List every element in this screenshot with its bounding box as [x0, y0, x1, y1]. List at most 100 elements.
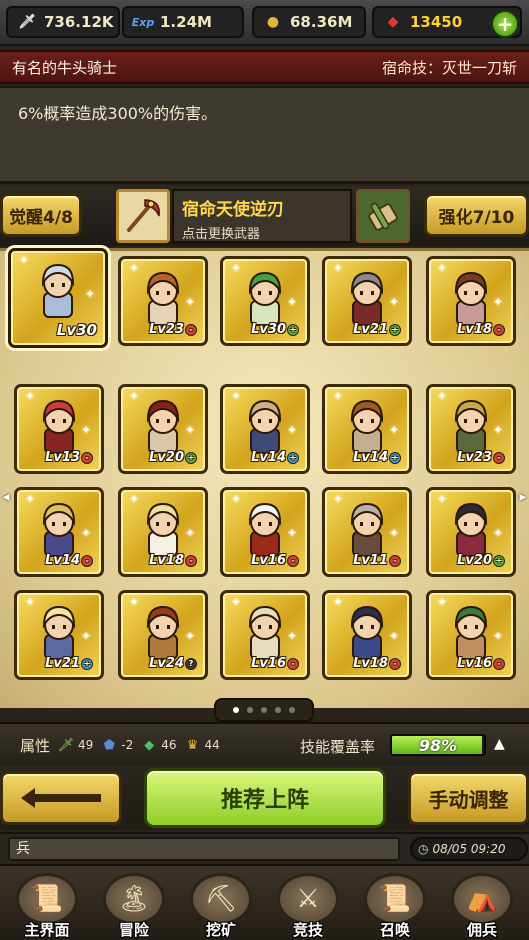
unavailable-status-icon: -	[287, 554, 299, 567]
mercenary-card[interactable]: ✦ ✦ Lv13-	[14, 384, 104, 474]
nav-label: 主界面	[24, 921, 70, 939]
mercenary-card[interactable]: ✦ ✦ Lv18-	[426, 256, 516, 346]
level-text: Lv16	[457, 656, 492, 671]
page-dot[interactable]	[289, 707, 295, 713]
mercenary-card[interactable]: ✦ ✦ Lv14-	[14, 487, 104, 577]
sparkle-icon: ✦	[184, 629, 195, 643]
clock: ◷ 08/05 09:20	[410, 837, 528, 861]
unavailable-status-icon: -	[493, 451, 505, 464]
expand-up-icon[interactable]: ▲	[494, 736, 505, 752]
mercenary-portrait	[350, 605, 384, 660]
mercenary-portrait	[146, 399, 180, 454]
back-arrow-icon	[21, 788, 101, 808]
mercenary-portrait	[42, 605, 76, 660]
mercenary-card[interactable]: ✦ ✦ Lv18-	[118, 487, 208, 577]
level-text: Lv14	[45, 553, 80, 568]
scroll-slot[interactable]	[356, 189, 410, 243]
sparkle-icon: ✦	[388, 629, 399, 643]
next-page-arrow-icon[interactable]: ▸	[517, 489, 529, 505]
mercenary-card[interactable]: ✦ ✦ Lv20 +	[426, 487, 516, 577]
dragon-stat: ◆ 46	[141, 737, 176, 753]
sparkle-icon: ✦	[333, 492, 344, 506]
enhance-button[interactable]: 强化7/10	[424, 193, 529, 237]
unavailable-status-icon: -	[389, 554, 401, 567]
sparkle-icon: ✦	[286, 526, 297, 540]
mercenary-card[interactable]: ✦ ✦ Lv16-	[220, 590, 310, 680]
sparkle-icon: ✦	[333, 595, 344, 609]
mercenary-level: Lv21 +	[45, 656, 93, 671]
mercenary-card[interactable]: ✦ ✦ Lv30 +	[220, 256, 310, 346]
info-status-icon: +	[389, 451, 401, 464]
mercenary-level: Lv30 +	[251, 322, 299, 337]
sparkle-icon: ✦	[231, 492, 242, 506]
mercenary-card[interactable]: ✦ ✦ Lv21 +	[322, 256, 412, 346]
level-text: Lv23	[149, 322, 184, 337]
sparkle-icon: ✦	[437, 261, 448, 275]
weapon-slot[interactable]	[116, 189, 170, 243]
mercenary-card[interactable]: ✦ ✦ Lv16-	[220, 487, 310, 577]
page-dot[interactable]	[275, 707, 281, 713]
sparkle-icon: ✦	[129, 492, 140, 506]
nav-map-scroll[interactable]: 📜 主界面	[4, 866, 90, 940]
level-text: Lv18	[457, 322, 492, 337]
nav-summon-scroll[interactable]: 📜 召唤	[352, 866, 438, 940]
unavailable-status-icon: -	[493, 657, 505, 670]
chat-input[interactable]: 兵	[8, 837, 400, 861]
level-text: Lv23	[457, 450, 492, 465]
tent-icon: ⛺	[451, 873, 513, 925]
skill-coverage-bar: 98%	[390, 734, 486, 756]
nav-island[interactable]: 🏝 冒险	[91, 866, 177, 940]
mercenary-portrait	[350, 271, 384, 326]
pickaxe-icon: ⛏	[190, 873, 252, 925]
mercenary-card[interactable]: ✦ ✦ Lv30	[8, 248, 108, 348]
page-dot[interactable]	[261, 707, 267, 713]
mercenary-card[interactable]: ✦ ✦ Lv11-	[322, 487, 412, 577]
level-text: Lv16	[251, 656, 286, 671]
sparkle-icon: ✦	[388, 526, 399, 540]
info-status-icon: +	[287, 451, 299, 464]
level-text: Lv21	[353, 322, 388, 337]
skill-coverage-label: 技能覆盖率	[300, 738, 376, 756]
mercenary-card[interactable]: ✦ ✦ Lv23-	[426, 384, 516, 474]
level-text: Lv21	[45, 656, 80, 671]
page-dot[interactable]	[233, 707, 239, 713]
sparkle-icon: ✦	[184, 526, 195, 540]
mercenary-portrait	[248, 399, 282, 454]
skill-description-text: 6%概率造成300%的伤害。	[18, 104, 218, 123]
back-button[interactable]	[0, 771, 122, 825]
sparkle-icon: ✦	[80, 423, 91, 437]
mercenary-portrait	[350, 399, 384, 454]
mercenary-portrait	[146, 502, 180, 557]
mercenary-card[interactable]: ✦ ✦ Lv23-	[118, 256, 208, 346]
hero-name: 有名的牛头骑士	[12, 58, 118, 77]
nav-tent[interactable]: ⛺ 佣兵	[439, 866, 525, 940]
upgrade-available-icon: +	[185, 451, 197, 464]
awaken-button[interactable]: 觉醒4/8	[0, 193, 82, 237]
mercenary-level: Lv23-	[457, 450, 505, 465]
nav-crossed-swords[interactable]: ⚔ 竞技	[265, 866, 351, 940]
recommend-deploy-button[interactable]: 推荐上阵	[144, 768, 386, 828]
page-dot[interactable]	[247, 707, 253, 713]
mercenary-card[interactable]: ✦ ✦ Lv14 +	[322, 384, 412, 474]
mercenary-level: Lv13-	[45, 450, 93, 465]
shield-stat-icon: ⬟	[103, 737, 115, 753]
mercenary-card[interactable]: ✦ ✦ Lv16-	[426, 590, 516, 680]
sparkle-icon: ✦	[231, 595, 242, 609]
previous-page-arrow-icon[interactable]: ◂	[0, 489, 12, 505]
mercenary-card[interactable]: ✦ ✦ Lv14 +	[220, 384, 310, 474]
manual-adjust-button[interactable]: 手动调整	[408, 771, 529, 825]
gold-resource: ● 68.36M	[252, 6, 366, 38]
nav-pickaxe[interactable]: ⛏ 挖矿	[178, 866, 264, 940]
mercenary-card[interactable]: ✦ ✦ Lv21 +	[14, 590, 104, 680]
mercenary-card[interactable]: ✦ ✦ Lv24?	[118, 590, 208, 680]
sparkle-icon: ✦	[492, 423, 503, 437]
mercenary-card[interactable]: ✦ ✦ Lv20 +	[118, 384, 208, 474]
mercenary-level: Lv16-	[251, 553, 299, 568]
exp-icon: Exp	[131, 15, 155, 29]
fate-skill-name: 宿命技：灭世一刀斩	[381, 58, 517, 77]
mercenary-card[interactable]: ✦ ✦ Lv18-	[322, 590, 412, 680]
unknown-status-icon: ?	[185, 657, 197, 670]
mercenary-level: Lv18-	[457, 322, 505, 337]
add-gem-button[interactable]: +	[491, 10, 519, 38]
weapon-info[interactable]: 宿命天使逆刃 点击更换武器	[172, 189, 352, 243]
